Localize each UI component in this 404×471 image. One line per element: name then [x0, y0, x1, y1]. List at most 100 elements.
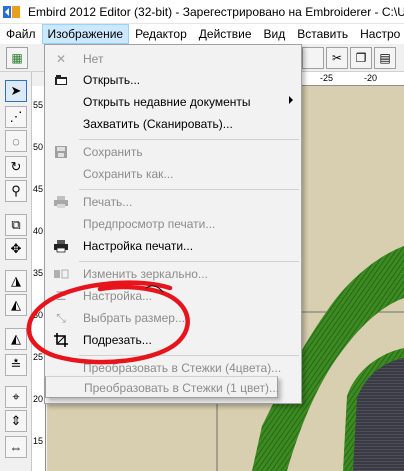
menu-item-none[interactable]: ✕ Нет [45, 48, 301, 70]
menu-item-save[interactable]: Сохранить [45, 141, 301, 163]
ruler-label: 30 [33, 310, 44, 320]
crop-icon [53, 332, 69, 348]
menu-item-label: Печать... [83, 195, 133, 209]
menu-view[interactable]: Вид [258, 24, 292, 44]
menu-item-label: Изменить зеркально... [83, 267, 208, 281]
resize-box-icon: ⧉ [11, 217, 21, 232]
select-tool[interactable]: ➤ [5, 80, 27, 102]
ruler-label: 50 [33, 142, 44, 152]
menu-item-label: Настройка печати... [83, 239, 194, 253]
menu-item-open[interactable]: Открыть... [45, 69, 301, 91]
align-icon: ≛ [10, 357, 22, 372]
image-menu-dropdown: ✕ Нет Открыть... Открыть недавние докуме… [44, 44, 302, 404]
menu-separator [79, 261, 299, 262]
menu-bar: Файл Изображение Редактор Действие Вид В… [0, 24, 404, 44]
resize-tool[interactable]: ⧉ [5, 214, 27, 236]
printer-icon [53, 194, 69, 210]
menu-editor[interactable]: Редактор [129, 24, 193, 44]
ruler-label: 45 [33, 184, 44, 194]
move-tool[interactable]: ✥ [5, 238, 27, 260]
arrow-cursor-icon: ➤ [10, 83, 22, 98]
zoom-tool[interactable]: ⚲ [5, 180, 27, 202]
menu-item-print-preview[interactable]: Предпросмотр печати... [45, 213, 301, 235]
app-logo-icon [2, 4, 22, 20]
node-edit-icon: ⋰ [9, 109, 23, 124]
split-v-icon: ⇕ [10, 413, 22, 428]
menu-item-select-size[interactable]: ⤡ Выбрать размер... [45, 307, 301, 329]
ruler-label: -20 [364, 73, 378, 83]
paste-button[interactable]: ▤ [374, 47, 396, 69]
paste-icon: ▤ [379, 51, 391, 65]
menu-item-label: Выбрать размер... [83, 311, 185, 325]
menu-separator [79, 355, 299, 356]
magnifier-icon: ⚲ [11, 183, 21, 198]
move-arrows-icon: ✥ [10, 241, 22, 256]
mirror-horizontal-tool[interactable]: ◮ [5, 270, 27, 292]
menu-file[interactable]: Файл [0, 24, 42, 44]
split-h-icon: ⇔ [9, 439, 23, 455]
menu-item-adjust[interactable]: ☰ Настройка... [45, 285, 301, 307]
split-horizontal-tool[interactable]: ⇔ [5, 436, 27, 458]
menu-item-label: Настройка... [83, 289, 153, 303]
ruler-label: 35 [33, 268, 44, 278]
window-title: Embird 2012 Editor (32-bit) - Зарегестри… [28, 4, 404, 19]
mirror-image-icon [53, 266, 69, 282]
ruler-label: -25 [320, 73, 334, 83]
menu-image[interactable]: Изображение [41, 24, 130, 44]
ruler-label: 15 [33, 436, 44, 446]
menu-item-print[interactable]: Печать... [45, 191, 301, 213]
menu-item-label: Сохранить как... [83, 167, 174, 181]
crosshair-icon: ⌖ [12, 389, 20, 404]
open-folder-icon [53, 72, 69, 88]
cut-button[interactable]: ✂ [326, 47, 348, 69]
center-tool[interactable]: ⌖ [5, 386, 27, 408]
menu-item-label: Сохранить [83, 145, 143, 159]
lasso-icon: ◌ [12, 133, 20, 149]
menu-separator [79, 189, 299, 190]
align-tool[interactable]: ≛ [5, 354, 27, 376]
x-icon: ✕ [55, 52, 67, 66]
menu-item-label: Открыть... [83, 73, 141, 87]
rotate-icon: ↻ [10, 159, 22, 174]
menu-item-label: Преобразовать в Стежки (1 цвет)... [84, 381, 279, 395]
rotate-tool[interactable]: ↻ [5, 156, 27, 178]
ruler-label: 55 [33, 100, 44, 110]
horizontal-ruler: -25 -20 [294, 72, 404, 86]
menu-item-mirror[interactable]: Изменить зеркально... [45, 263, 301, 285]
submenu-arrow-icon [289, 96, 293, 104]
node-tool[interactable]: ⋰ [5, 106, 27, 128]
menu-settings[interactable]: Настро [354, 24, 404, 44]
menu-item-open-recent[interactable]: Открыть недавние документы [45, 91, 301, 113]
mirror-h-icon: ◮ [11, 273, 21, 288]
menu-item-label: Нет [83, 52, 104, 66]
toolbox: ➤ ⋰ ◌ ↻ ⚲ ⧉ ✥ ◮ ◭ ◭ ≛ ⌖ ⇕ ⇔ [0, 72, 32, 471]
lasso-tool[interactable]: ◌ [5, 130, 27, 152]
mirror-v-icon: ◭ [11, 297, 21, 312]
copy-button[interactable]: ❐ [350, 47, 372, 69]
menu-item-label: Открыть недавние документы [83, 95, 251, 109]
ruler-label: 20 [33, 394, 44, 404]
menu-item-label: Подрезать... [83, 333, 152, 347]
menu-separator [79, 139, 299, 140]
menu-item-convert-1-color[interactable]: Преобразовать в Стежки (1 цвет)... [45, 376, 279, 398]
ruler-label: 40 [33, 226, 44, 236]
new-design-button[interactable]: ▦ [6, 47, 28, 69]
menu-item-label: Захватить (Сканировать)... [83, 117, 233, 131]
menu-action[interactable]: Действие [193, 24, 258, 44]
resize-arrows-icon: ⤡ [56, 310, 66, 325]
copy-icon: ❐ [355, 51, 367, 65]
split-vertical-tool[interactable]: ⇕ [5, 410, 27, 432]
printer-settings-icon [53, 238, 69, 254]
toolbar-button-1[interactable] [302, 47, 324, 69]
menu-item-save-as[interactable]: Сохранить как... [45, 163, 301, 185]
menu-item-print-setup[interactable]: Настройка печати... [45, 235, 301, 257]
flip-tool[interactable]: ◭ [5, 328, 27, 350]
adjust-icon: ☰ [55, 289, 67, 303]
ruler-label: 25 [33, 352, 44, 362]
menu-item-capture[interactable]: Захватить (Сканировать)... [45, 113, 301, 135]
grid-icon: ▦ [11, 51, 23, 65]
menu-insert[interactable]: Вставить [291, 24, 354, 44]
mirror-vertical-tool[interactable]: ◭ [5, 294, 27, 316]
menu-item-crop[interactable]: Подрезать... [45, 329, 301, 351]
menu-item-label: Предпросмотр печати... [83, 217, 216, 231]
